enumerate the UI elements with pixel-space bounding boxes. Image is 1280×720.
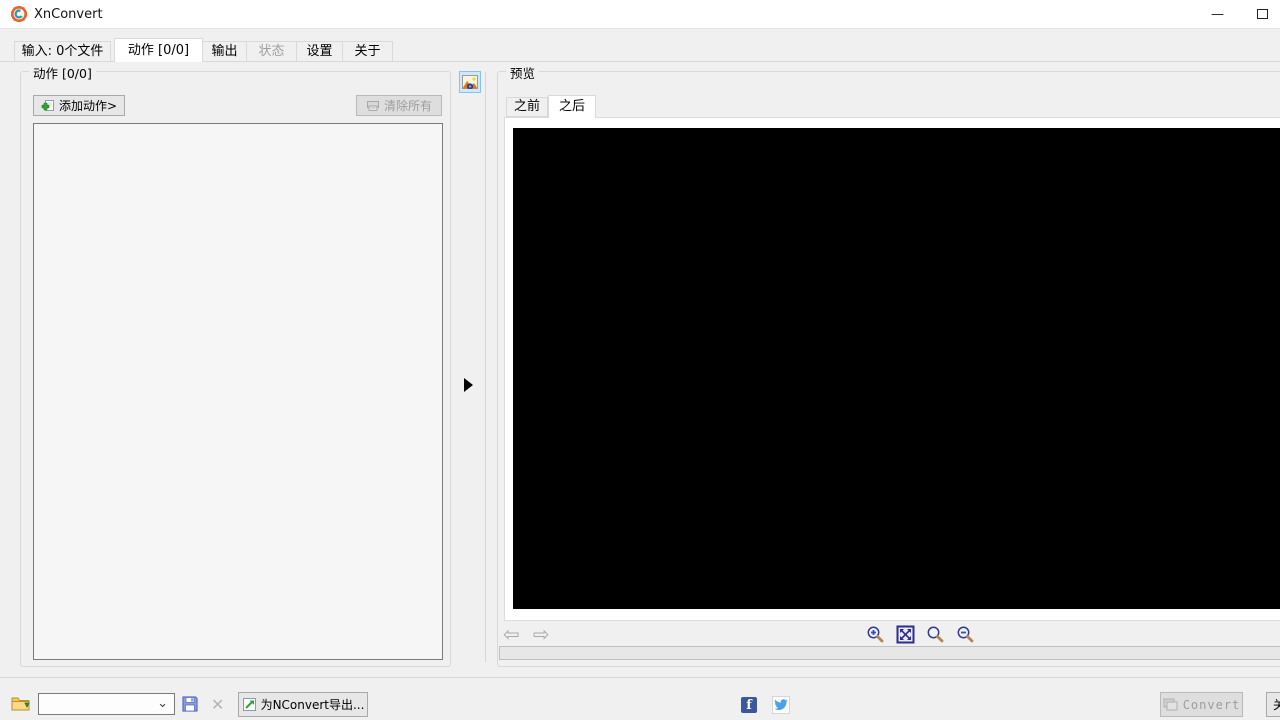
delete-preset-icon: ✕ <box>211 695 224 714</box>
zoom-original-icon[interactable] <box>926 625 945 644</box>
clear-all-label: 清除所有 <box>384 97 432 114</box>
previous-image-icon[interactable]: ⇦ <box>503 625 520 643</box>
zoom-out-icon[interactable] <box>956 625 975 644</box>
maximize-button[interactable] <box>1240 0 1280 28</box>
twitter-bird-icon <box>774 699 788 711</box>
add-action-label: 添加动作> <box>59 97 117 114</box>
fit-to-window-icon[interactable] <box>896 625 915 644</box>
open-settings-folder-icon[interactable] <box>11 695 32 713</box>
minimize-icon: — <box>1211 8 1224 21</box>
bottombar-separator <box>0 677 1280 678</box>
actions-groupbox: 动作 [0/0] 添加动作> 清除所有 <box>20 71 451 667</box>
tab-status: 状态 <box>246 41 297 62</box>
title-bar: XnConvert — <box>0 0 1280 28</box>
preview-toggle-button[interactable] <box>459 71 481 93</box>
tab-about[interactable]: 关于 <box>342 41 393 62</box>
zoom-in-icon[interactable] <box>866 625 885 644</box>
panel-splitter[interactable] <box>485 72 486 662</box>
xnconvert-window: XnConvert — 输入: 0个文件 动作 [0/0] 输出 状态 设置 关… <box>0 0 1280 720</box>
preview-tab-before[interactable]: 之前 <box>506 97 548 117</box>
export-icon <box>242 697 257 712</box>
preview-image-icon <box>462 75 478 89</box>
add-action-button[interactable]: 添加动作> <box>33 95 125 116</box>
preview-image <box>513 128 1280 609</box>
titlebar-separator <box>0 28 1280 29</box>
collapse-panel-arrow[interactable] <box>464 378 473 392</box>
xnconvert-app-icon <box>10 5 28 23</box>
preset-combobox[interactable]: ⌄ <box>38 693 175 715</box>
convert-button: Convert <box>1160 692 1243 717</box>
tab-output[interactable]: 输出 <box>202 41 247 62</box>
preview-tab-after[interactable]: 之后 <box>548 95 596 118</box>
export-nconvert-label: 为NConvert导出... <box>261 696 365 713</box>
tab-actions[interactable]: 动作 [0/0] <box>114 38 203 62</box>
preview-horizontal-scrollbar[interactable] <box>499 646 1280 660</box>
window-title: XnConvert <box>34 7 103 22</box>
save-preset-icon[interactable] <box>181 695 199 713</box>
clear-all-icon <box>366 100 380 112</box>
clear-all-button: 清除所有 <box>356 95 442 116</box>
close-label: 关闭 <box>1273 696 1280 713</box>
tab-settings[interactable]: 设置 <box>296 41 343 62</box>
preview-groupbox: 预览 之前 之后 ⇦ ⇨ <box>497 71 1280 667</box>
maximize-icon <box>1257 9 1268 19</box>
close-button[interactable]: 关闭 <box>1266 692 1280 717</box>
chevron-down-icon: ⌄ <box>157 699 168 709</box>
action-list[interactable] <box>33 123 443 660</box>
convert-label: Convert <box>1183 698 1241 712</box>
twitter-button[interactable] <box>772 696 790 714</box>
add-action-icon <box>41 99 55 113</box>
convert-icon <box>1163 698 1179 711</box>
minimize-button[interactable]: — <box>1195 0 1240 28</box>
facebook-f-glyph: f <box>746 699 752 713</box>
facebook-icon[interactable]: f <box>741 697 757 713</box>
tab-input[interactable]: 输入: 0个文件 <box>14 41 111 62</box>
next-image-icon[interactable]: ⇨ <box>533 625 550 643</box>
export-nconvert-button[interactable]: 为NConvert导出... <box>238 692 368 717</box>
actions-groupbox-title: 动作 [0/0] <box>29 63 96 82</box>
preview-groupbox-title: 预览 <box>506 63 539 82</box>
